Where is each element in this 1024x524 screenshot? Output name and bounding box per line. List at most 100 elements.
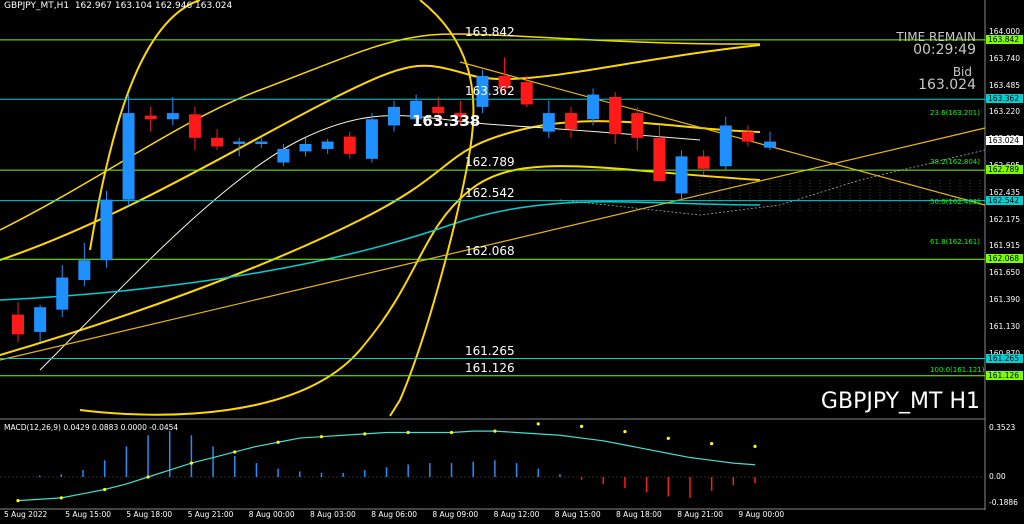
level-label-161.265: 161.265: [465, 343, 515, 358]
fib-label: 100.0(161.121): [930, 366, 985, 375]
macd-dot: [189, 461, 194, 465]
x-tick-label: 8 Aug 03:00: [310, 510, 356, 519]
x-tick-label: 5 Aug 21:00: [187, 510, 234, 519]
bear-candle: [609, 97, 622, 135]
bull-candle: [587, 94, 600, 120]
price-tag-163.024: 163.024: [986, 136, 1023, 146]
bull-candle: [388, 106, 400, 126]
macd-dot: [319, 435, 324, 439]
bull-candle: [542, 113, 555, 132]
macd-dot: [493, 429, 497, 433]
x-tick-label: 9 Aug 00:00: [738, 510, 785, 519]
bear-candle: [631, 113, 644, 138]
ichimoku-cloud-edge: [559, 149, 986, 216]
fib-label: 23.6(163.201): [930, 109, 980, 118]
level-label-162.789: 162.789: [465, 155, 515, 170]
macd-dot: [146, 475, 150, 479]
bull-candle: [675, 156, 688, 194]
macd-dot: [363, 432, 367, 436]
y-tick-label: 161.390: [989, 295, 1021, 304]
chart-window[interactable]: GBPJPY_MT,H1 162.967 163.104 162.946 163…: [0, 0, 1024, 524]
bear-candle: [520, 82, 533, 105]
bull-candle: [299, 144, 312, 152]
macd-tick-label: -0.1886: [989, 498, 1018, 507]
bollinger-mid-curve: [0, 120, 761, 356]
macd-dot: [579, 424, 584, 428]
bear-candle: [12, 314, 24, 335]
x-tick-label: 8 Aug 09:00: [432, 510, 479, 519]
y-tick-label: 163.220: [989, 107, 1021, 117]
bull-candle: [764, 141, 776, 148]
y-tick-label: 163.485: [989, 80, 1021, 90]
price-tag-162.542: 162.542: [986, 195, 1023, 205]
bull-candle: [255, 141, 268, 144]
chart-header: GBPJPY_MT,H1 162.967 163.104 162.946 163…: [4, 1, 232, 11]
price-tag-163.842: 163.842: [986, 34, 1023, 44]
level-label-161.126: 161.126: [465, 360, 515, 375]
y-tick-label: 162.175: [989, 214, 1021, 224]
macd-dot: [16, 499, 20, 503]
x-tick-label: 5 Aug 18:00: [126, 510, 173, 519]
symbol-label: GBPJPY_MT,H1: [4, 1, 70, 11]
bear-candle: [144, 115, 157, 120]
x-tick-label: 8 Aug 12:00: [493, 510, 540, 519]
bear-candle: [343, 136, 356, 154]
bid-value: 163.024: [918, 77, 976, 93]
macd-dot: [103, 487, 107, 492]
y-tick-label: 163.740: [989, 53, 1021, 63]
x-tick-label: 8 Aug 21:00: [677, 510, 723, 519]
macd-tick-label: 0.00: [989, 472, 1006, 481]
bear-candle: [188, 114, 201, 138]
price-chart[interactable]: [0, 0, 1024, 524]
macd-signal-line: [17, 430, 756, 502]
bull-candle: [56, 277, 69, 310]
macd-dot: [753, 444, 757, 449]
macd-dot: [406, 430, 410, 435]
macd-tick-label: 0.3523: [989, 423, 1016, 432]
fib-label: 61.8(162.161): [930, 237, 980, 246]
macd-dot: [276, 440, 280, 444]
macd-dot: [710, 442, 714, 446]
price-tag-162.789: 162.789: [986, 165, 1023, 175]
y-tick-label: 161.650: [989, 268, 1021, 278]
level-label-163.362: 163.362: [465, 84, 515, 99]
x-tick-label: 8 Aug 18:00: [616, 510, 662, 519]
x-tick-label: 8 Aug 15:00: [554, 510, 601, 519]
x-tick-label: 8 Aug 00:00: [248, 510, 295, 519]
bull-candle: [277, 148, 290, 163]
x-tick-label: 5 Aug 15:00: [65, 510, 111, 519]
bull-candle: [233, 141, 246, 144]
level-label-162.068: 162.068: [465, 244, 515, 259]
y-tick-label: 161.130: [989, 321, 1021, 331]
bull-candle: [34, 307, 47, 332]
fib-label: 50.0(162.483): [930, 197, 980, 206]
ohlc-readout: 162.967 163.104 162.946 163.024: [74, 1, 233, 11]
macd-dot: [623, 430, 627, 434]
chart-title: GBPJPY_MT H1: [820, 389, 980, 414]
price-tag-163.362: 163.362: [986, 94, 1023, 104]
bull-candle: [321, 141, 334, 149]
x-tick-label: 5 Aug 2022: [4, 510, 48, 519]
macd-dot: [536, 422, 540, 426]
y-tick-label: 161.915: [989, 241, 1021, 251]
macd-dot: [233, 450, 237, 454]
macd-label: MACD(12,26,9) 0.0429 0.0883 0.0000 -0.04…: [4, 423, 179, 432]
bollinger-upper-curve: [0, 44, 761, 261]
level-label-163.842: 163.842: [465, 24, 515, 39]
macd-dot: [59, 496, 63, 500]
macd-dot: [666, 436, 670, 440]
x-tick-label: 8 Aug 06:00: [371, 510, 417, 519]
bear-candle: [653, 137, 666, 182]
bull-candle: [166, 113, 179, 120]
bear-candle: [211, 137, 224, 147]
current-price-label: 163.338: [412, 112, 481, 130]
bear-candle: [697, 156, 710, 169]
macd-dot: [449, 430, 454, 435]
bull-candle: [100, 199, 113, 261]
bull-candle: [122, 113, 135, 200]
bull-candle: [719, 125, 732, 167]
bull-candle: [365, 119, 378, 159]
price-tag-162.068: 162.068: [986, 254, 1023, 264]
bull-candle: [78, 260, 91, 280]
price-tag-161.265: 161.265: [986, 353, 1023, 363]
